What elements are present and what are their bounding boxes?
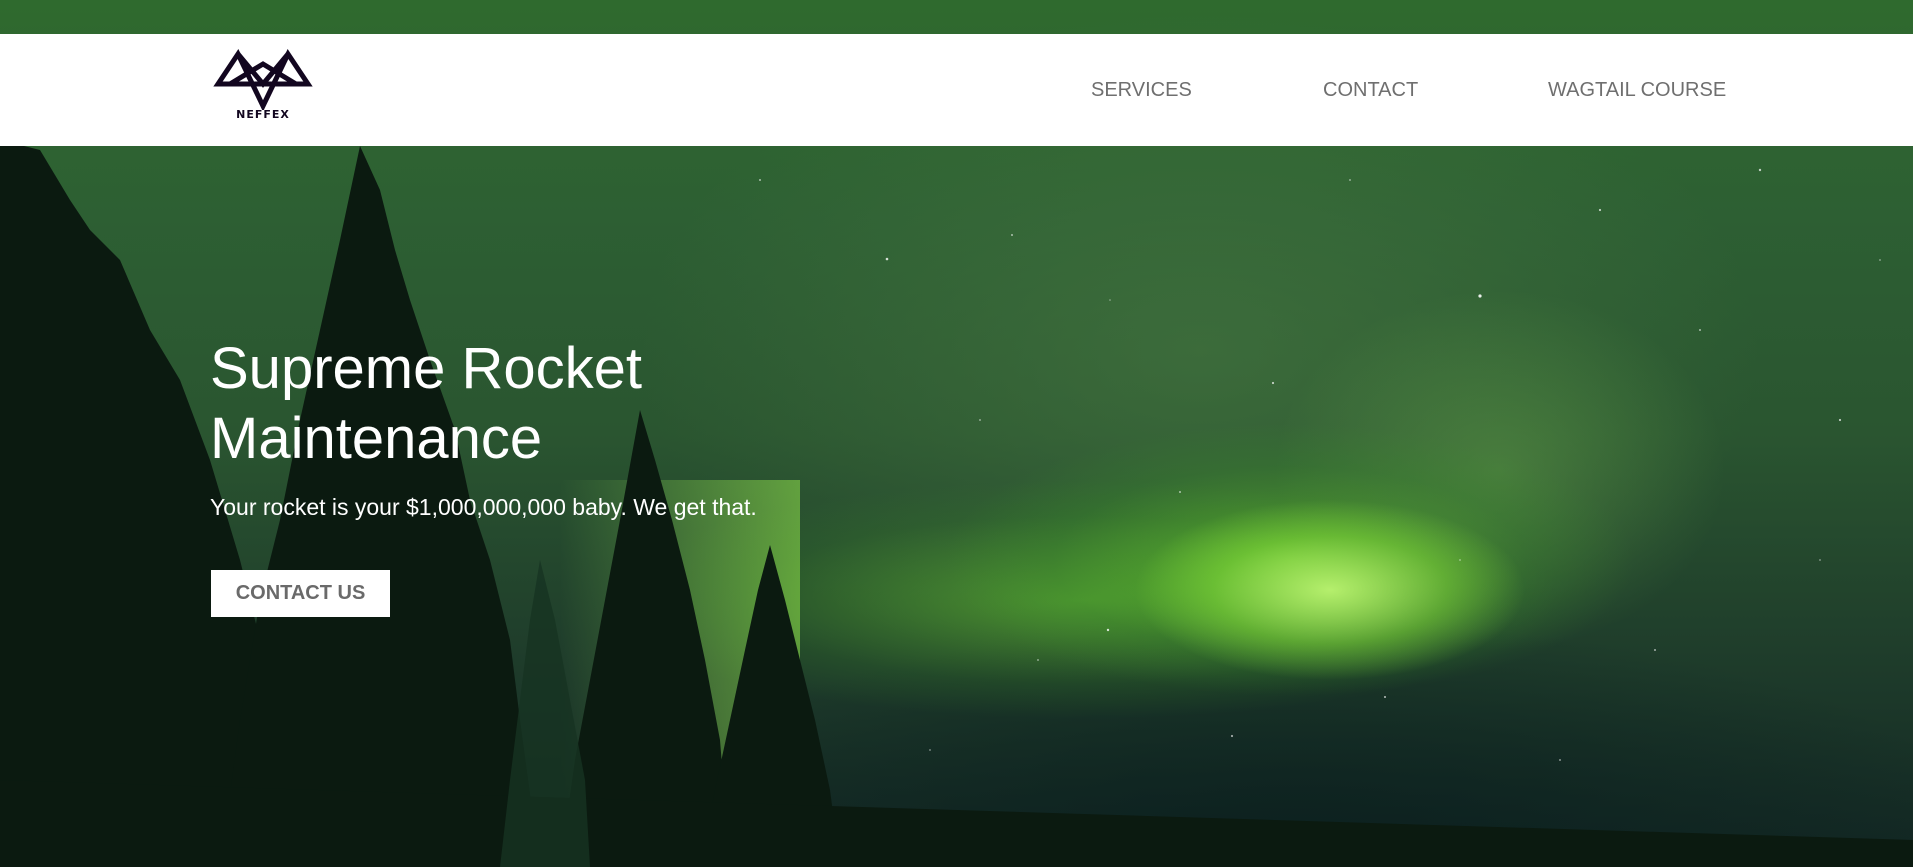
logo[interactable]: NEFFEX	[210, 48, 316, 124]
nav-link-wagtail-course[interactable]: WAGTAIL COURSE	[1548, 34, 1726, 146]
nav-link-contact[interactable]: CONTACT	[1323, 34, 1418, 146]
page: NEFFEX SERVICES CONTACT WAGTAIL COURSE S…	[0, 0, 1913, 867]
logo-wordmark: NEFFEX	[236, 108, 290, 121]
site-header: NEFFEX SERVICES CONTACT WAGTAIL COURSE	[0, 34, 1913, 146]
hero-title: Supreme Rocket Maintenance	[210, 334, 770, 474]
neffex-logo-icon	[213, 48, 313, 110]
contact-us-button[interactable]: CONTACT US	[211, 570, 390, 617]
nav-link-services[interactable]: SERVICES	[1091, 34, 1192, 146]
hero-title-line-1: Supreme Rocket	[210, 336, 642, 401]
hero-title-line-2: Maintenance	[210, 406, 543, 471]
hero-subtitle: Your rocket is your $1,000,000,000 baby.…	[210, 494, 757, 520]
